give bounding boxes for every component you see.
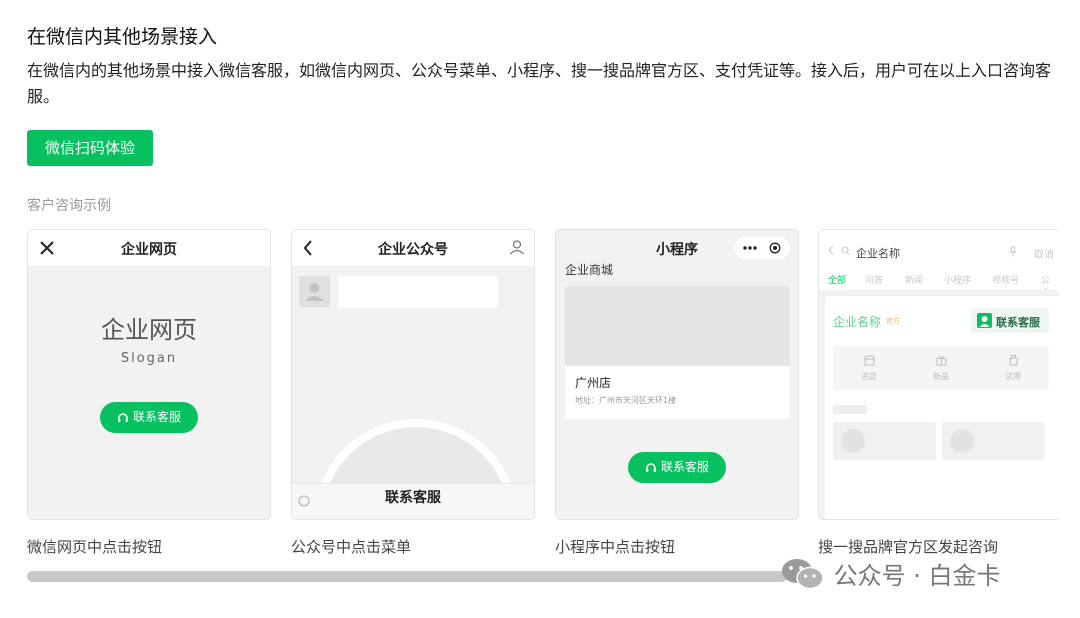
placeholder-tile [942,422,1045,460]
search-query[interactable]: 企业名称 [856,245,900,261]
caption-mini-program: 小程序中点击按钮 [555,538,676,556]
watermark-text: 公众号 · 白金卡 [833,562,1001,590]
brand-actions: 进店 新品 试用 [833,346,1049,390]
placeholder-tile [833,422,936,460]
tab-channels[interactable]: 视频号 [992,273,1019,286]
wechat-logo-icon [782,558,824,589]
trial-bottle-icon [1009,355,1018,366]
message-bubble [338,276,498,308]
web-slogan: Slogan [120,351,178,366]
service-avatar-icon [977,313,992,328]
card-mini-program: 小程序 企业商城 广州店 地址：广州市天河区天环1楼 联系客服 [555,229,799,520]
close-target-icon[interactable] [769,242,781,254]
action-label: 进店 [861,372,877,381]
tab-all[interactable]: 全部 [828,273,846,286]
profile-icon[interactable] [509,239,525,255]
action-new-products[interactable]: 新品 [905,346,977,390]
web-hero-title: 企业网页 [101,316,197,344]
brand-contact-button[interactable]: 联系客服 [971,308,1049,333]
contact-support-label: 联系客服 [660,460,709,474]
action-label: 新品 [933,372,949,381]
placeholder-circle [950,429,974,453]
tab-news[interactable]: 新闻 [905,273,923,286]
card-web-page: 企业网页 企业网页 Slogan 联系客服 [27,229,271,520]
avatar [299,276,330,307]
brand-contact-label: 联系客服 [996,316,1040,329]
horizontal-scrollbar[interactable] [27,571,787,582]
page-title: 在微信内其他场景接入 [27,26,218,48]
more-dots-icon[interactable] [743,245,757,251]
caption-search-brand: 搜一搜品牌官方区发起咨询 [818,538,999,556]
card-title: 企业公众号 [378,242,448,258]
store-name: 广州店 [575,376,612,390]
caption-official-account: 公众号中点击菜单 [291,538,412,556]
search-tabs: 全部 问答 新闻 小程序 视频号 公众 [819,266,1058,299]
brand-name: 企业名称 [833,315,882,329]
action-visit-store[interactable]: 进店 [833,346,905,390]
store-image-placeholder [565,286,790,366]
card-title: 企业网页 [121,242,177,258]
cancel-link[interactable]: 取消 [1034,246,1054,261]
store-card[interactable]: 广州店 地址：广州市天河区天环1楼 [565,286,790,419]
contact-support-button[interactable]: 联系客服 [628,452,726,483]
headset-icon [117,412,128,422]
search-bar[interactable]: 企业名称 取消 [819,230,1058,266]
card-header: 企业公众号 [292,230,534,266]
card-header: 企业网页 [28,230,270,266]
search-icon [841,246,850,255]
section-label: 客户咨询示例 [27,198,111,214]
menu-item-contact-support[interactable]: 联系客服 [292,487,534,507]
placeholder-circle [841,429,865,453]
page-description: 在微信内的其他场景中接入微信客服，如微信内网页、公众号菜单、小程序、搜一搜品牌官… [27,61,1052,106]
gift-icon [936,355,947,366]
card-search-brand: 企业名称 取消 全部 问答 新闻 小程序 视频号 公众 企业名称 官方 联系客服 [818,229,1058,520]
placeholder-bar [833,405,867,414]
caption-web-page: 微信网页中点击按钮 [27,538,163,556]
capsule-menu[interactable] [734,237,790,259]
card-body: 企业商城 广州店 地址：广州市天河区天环1楼 联系客服 [556,263,798,519]
store-address: 地址：广州市天河区天环1楼 [575,396,677,405]
watermark: 公众号 · 白金卡 [780,556,1001,594]
back-arrow-icon[interactable] [828,245,834,255]
headset-icon [645,462,656,472]
card-official-account: 企业公众号 联系客服 [291,229,535,520]
avatar-placeholder-icon [305,283,324,301]
brand-official-tag: 官方 [886,317,900,325]
store-icon [864,355,875,366]
action-label: 试用 [1005,372,1021,381]
contact-support-label: 联系客服 [132,410,181,424]
card-body: 企业网页 Slogan 联系客服 [28,266,270,519]
tab-mini-program[interactable]: 小程序 [944,273,971,286]
brand-zone-panel: 企业名称 官方 联系客服 进店 新品 试用 [825,296,1058,519]
contact-support-button[interactable]: 联系客服 [100,402,198,433]
mall-title: 企业商城 [565,263,614,277]
scan-experience-button[interactable]: 微信扫码体验 [27,130,153,166]
card-body: 联系客服 [292,266,534,519]
microphone-icon[interactable] [1009,246,1017,257]
tab-qa[interactable]: 问答 [865,273,883,286]
action-trial[interactable]: 试用 [977,346,1049,390]
card-body: 企业名称 官方 联系客服 进店 新品 试用 [819,290,1058,519]
